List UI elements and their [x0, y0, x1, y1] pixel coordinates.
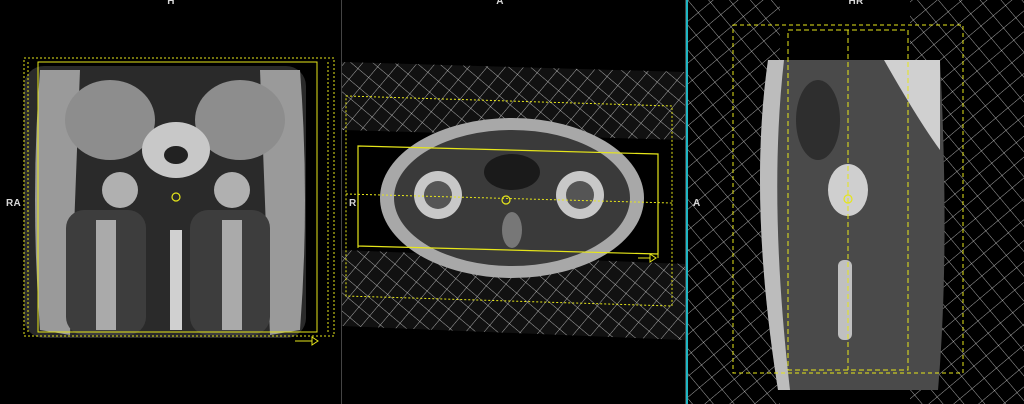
- axial-direction-arrow-icon: [638, 253, 657, 263]
- axial-left-orientation: R: [349, 198, 357, 209]
- axial-viewport[interactable]: A R: [342, 0, 686, 404]
- sagittal-top-orientation: HR: [848, 0, 864, 7]
- axial-image: [342, 62, 685, 340]
- coronal-left-orientation: RA: [6, 198, 22, 209]
- coronal-top-orientation: H: [167, 0, 175, 7]
- axial-top-orientation: A: [496, 0, 504, 7]
- coronal-viewport[interactable]: H RA: [0, 0, 342, 404]
- sagittal-left-orientation: A: [693, 198, 701, 209]
- sagittal-viewport[interactable]: HR A: [686, 0, 1024, 404]
- direction-arrow-icon: [295, 336, 319, 346]
- coronal-image: [23, 57, 335, 346]
- sagittal-image: [688, 0, 1024, 404]
